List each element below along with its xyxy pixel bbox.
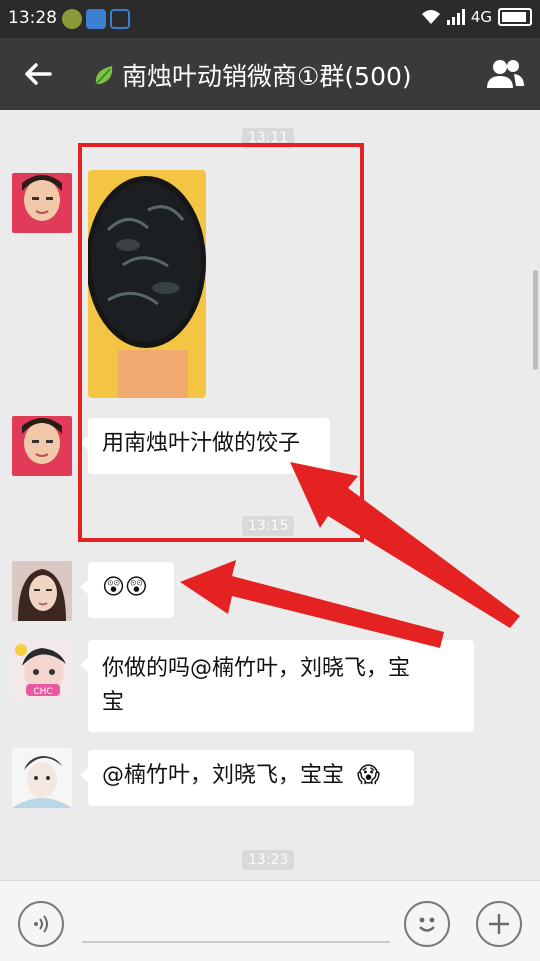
arrow-to-emoji	[180, 560, 444, 648]
smiley-icon	[419, 917, 435, 932]
input-bar	[0, 880, 540, 961]
voice-icon	[34, 915, 48, 933]
red-arrows-annotation	[180, 462, 520, 648]
emoji-button[interactable]	[404, 901, 450, 947]
voice-input-button[interactable]	[18, 901, 64, 947]
plus-icon	[489, 914, 509, 934]
scrollbar[interactable]	[533, 270, 538, 370]
message-input[interactable]	[82, 941, 390, 943]
more-button[interactable]	[476, 901, 522, 947]
